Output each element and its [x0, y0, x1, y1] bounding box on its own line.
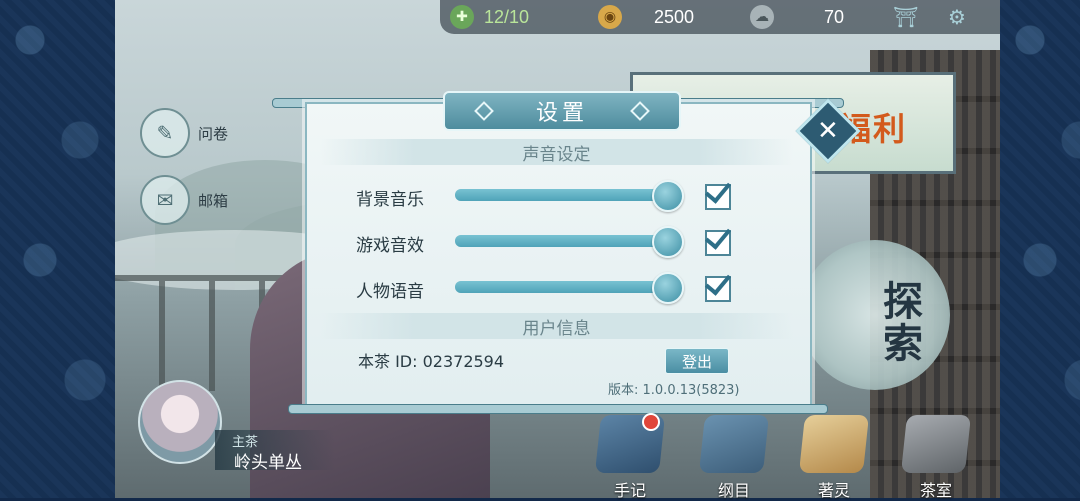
coin-counter[interactable]: ◉ 2500	[598, 4, 694, 30]
voice-checkbox[interactable]	[705, 276, 731, 302]
sound-section-header: 声音设定	[320, 139, 793, 165]
voice-slider[interactable]	[455, 272, 684, 304]
voice-slider-knob[interactable]	[652, 272, 684, 304]
survey-icon: ✎	[140, 108, 190, 158]
avatar[interactable]	[138, 380, 222, 464]
left-decorative-border	[0, 0, 115, 498]
mail-icon: ✉	[140, 175, 190, 225]
leaf-plus-icon[interactable]: ✚	[450, 5, 474, 29]
right-decorative-border	[1000, 0, 1080, 498]
stamina-counter[interactable]: ✚ 12/10	[450, 4, 529, 30]
sfx-slider-knob[interactable]	[652, 226, 684, 258]
bgm-slider-fill	[455, 189, 666, 201]
sfx-label: 游戏音效	[356, 236, 424, 256]
survey-button[interactable]: ✎ 问卷	[140, 108, 228, 158]
sfx-slider[interactable]	[455, 226, 684, 258]
nav-catalog[interactable]: 纲目	[694, 415, 774, 500]
voice-label: 人物语音	[356, 282, 424, 302]
dialog-bottom-rod	[288, 404, 828, 414]
cloud-value: 70	[824, 6, 845, 27]
user-id: 本茶 ID: 02372594	[358, 352, 505, 371]
cloud-icon: ☁	[750, 5, 774, 29]
shop-icon[interactable]: ⛩	[893, 5, 919, 29]
nav-spirit[interactable]: 著灵	[794, 415, 874, 500]
sound-section-title: 声音设定	[522, 144, 591, 165]
coin-value: 2500	[654, 6, 695, 27]
user-section-header: 用户信息	[320, 313, 793, 339]
scroll-icon	[798, 415, 870, 473]
bgm-slider[interactable]	[455, 180, 684, 212]
version-text: 版本: 1.0.0.13(5823)	[608, 383, 740, 398]
nav-teahouse-label: 茶室	[919, 481, 952, 500]
bgm-checkbox[interactable]	[705, 184, 731, 210]
explore-text: 探索	[876, 280, 922, 364]
nav-notebook-label: 手记	[613, 481, 646, 500]
mailbox-label: 邮箱	[198, 191, 229, 210]
bgm-slider-knob[interactable]	[652, 180, 684, 212]
voice-slider-fill	[455, 281, 666, 293]
nav-spirit-label: 著灵	[817, 481, 850, 500]
user-section-title: 用户信息	[522, 318, 591, 339]
sfx-checkbox[interactable]	[705, 230, 731, 256]
gear-icon[interactable]: ⚙	[944, 5, 970, 29]
cloud-counter: ☁ 70	[750, 4, 844, 30]
dialog-title-text: 设置	[535, 101, 588, 126]
sfx-slider-fill	[455, 235, 666, 247]
stamina-value: 12/10	[484, 6, 530, 27]
teahouse-icon	[900, 415, 972, 473]
book-icon	[698, 415, 770, 473]
notification-badge	[642, 413, 660, 431]
nav-notebook[interactable]: 手记	[590, 413, 670, 500]
mailbox-button[interactable]: ✉ 邮箱	[140, 175, 228, 225]
nav-teahouse[interactable]: 茶室	[896, 415, 976, 500]
nav-catalog-label: 纲目	[717, 481, 750, 500]
character-name: 岭头单丛	[234, 453, 302, 473]
coin-plus-icon[interactable]: ◉	[598, 5, 622, 29]
close-icon: ✕	[817, 115, 839, 146]
bgm-label: 背景音乐	[356, 190, 424, 210]
survey-label: 问卷	[198, 124, 229, 143]
logout-button[interactable]: 登出	[665, 348, 729, 374]
dialog-title: 设置	[443, 91, 681, 131]
